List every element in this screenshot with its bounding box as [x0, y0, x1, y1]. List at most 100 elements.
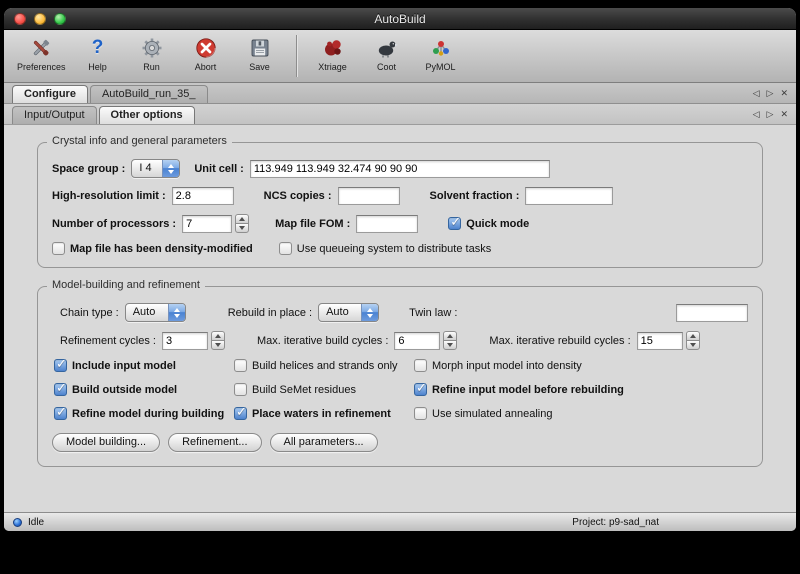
include-input-model-checkbox[interactable]: Include input model: [54, 359, 234, 372]
tab-other-options[interactable]: Other options: [99, 106, 195, 124]
quick-mode-checkbox[interactable]: Quick mode: [448, 217, 529, 230]
chain-type-label: Chain type :: [60, 307, 119, 319]
toolbar-label: Save: [249, 62, 270, 72]
rebuild-cycles-stepper[interactable]: [686, 331, 700, 350]
toolbar-label: Xtriage: [318, 62, 347, 72]
model-building-button[interactable]: Model building...: [52, 433, 160, 452]
close-window-button[interactable]: [14, 13, 26, 25]
refine-input-model-checkbox[interactable]: Refine input model before rebuilding: [414, 383, 748, 396]
checkbox-box: [52, 242, 65, 255]
run-button[interactable]: Run: [127, 33, 177, 73]
toolbar-label: Preferences: [17, 62, 66, 72]
chain-type-value: Auto: [126, 304, 168, 321]
pymol-icon: [429, 34, 453, 61]
map-file-fom-input[interactable]: [356, 215, 418, 233]
abort-button[interactable]: Abort: [181, 33, 231, 73]
refinement-cycles-input[interactable]: [162, 332, 208, 350]
status-bar: Idle Project: p9-sad_nat: [4, 512, 796, 531]
sub-tab-nav-forward-icon[interactable]: ▷: [767, 108, 774, 120]
tab-close-icon[interactable]: ✕: [780, 87, 788, 99]
content-pane: Crystal info and general parameters Spac…: [4, 125, 796, 512]
checkbox-box: [234, 359, 247, 372]
sub-tab-close-icon[interactable]: ✕: [780, 108, 788, 120]
tab-autobuild-run[interactable]: AutoBuild_run_35_: [90, 85, 208, 103]
build-helices-strands-checkbox[interactable]: Build helices and strands only: [234, 359, 414, 372]
num-processors-stepper[interactable]: [235, 214, 249, 233]
xtriage-icon: [321, 34, 345, 61]
save-icon: [248, 34, 272, 61]
coot-button[interactable]: Coot: [362, 33, 412, 73]
model-checkbox-grid: Include input model Build helices and st…: [52, 359, 748, 420]
build-outside-model-checkbox[interactable]: Build outside model: [54, 383, 234, 396]
window-title: AutoBuild: [374, 12, 425, 26]
all-parameters-button[interactable]: All parameters...: [270, 433, 378, 452]
status-led-icon: [13, 518, 22, 527]
toolbar-label: PyMOL: [426, 62, 456, 72]
solvent-fraction-input[interactable]: [525, 187, 613, 205]
simulated-annealing-checkbox[interactable]: Use simulated annealing: [414, 407, 748, 420]
xtriage-button[interactable]: Xtriage: [308, 33, 358, 73]
zoom-window-button[interactable]: [54, 13, 66, 25]
crystal-row-4: Map file has been density-modified Use q…: [52, 242, 748, 255]
unit-cell-label: Unit cell :: [194, 163, 244, 175]
map-file-fom-label: Map file FOM :: [275, 218, 350, 230]
num-processors-label: Number of processors :: [52, 218, 176, 230]
coot-icon: [375, 34, 399, 61]
refinement-button[interactable]: Refinement...: [168, 433, 261, 452]
tab-nav: ◁ ▷ ✕: [753, 87, 788, 99]
build-cycles-stepper[interactable]: [443, 331, 457, 350]
build-cycles-input[interactable]: [394, 332, 440, 350]
model-row-2: Refinement cycles : Max. iterative build…: [52, 331, 748, 350]
checkbox-box: [234, 383, 247, 396]
app-window: AutoBuild Preferences ? Help: [4, 8, 796, 531]
status-text: Idle: [28, 517, 44, 528]
chevron-up-down-icon: [162, 160, 179, 177]
num-processors-input[interactable]: [182, 215, 232, 233]
chain-type-select[interactable]: Auto: [125, 303, 186, 322]
space-group-select[interactable]: I 4: [131, 159, 180, 178]
tab-configure[interactable]: Configure: [12, 85, 88, 103]
crystal-info-group: Crystal info and general parameters Spac…: [37, 142, 763, 268]
refine-during-building-checkbox[interactable]: Refine model during building: [54, 407, 234, 420]
high-res-input[interactable]: [172, 187, 234, 205]
refinement-cycles-stepper[interactable]: [211, 331, 225, 350]
main-tab-bar: Configure AutoBuild_run_35_ ◁ ▷ ✕: [4, 83, 796, 104]
place-waters-checkbox[interactable]: Place waters in refinement: [234, 407, 414, 420]
checkbox-box: [414, 407, 427, 420]
checkbox-box: [448, 217, 461, 230]
crystal-row-2: High-resolution limit : NCS copies : Sol…: [52, 187, 748, 205]
high-res-label: High-resolution limit :: [52, 190, 166, 202]
solvent-fraction-label: Solvent fraction :: [430, 190, 520, 202]
model-building-group: Model-building and refinement Chain type…: [37, 286, 763, 467]
ncs-copies-label: NCS copies :: [264, 190, 332, 202]
queueing-system-checkbox[interactable]: Use queueing system to distribute tasks: [279, 242, 491, 255]
density-modified-checkbox[interactable]: Map file has been density-modified: [52, 242, 253, 255]
save-button[interactable]: Save: [235, 33, 285, 73]
toolbar-separator: [296, 35, 297, 77]
help-button[interactable]: ? Help: [73, 33, 123, 73]
preferences-button[interactable]: Preferences: [14, 33, 69, 73]
minimize-window-button[interactable]: [34, 13, 46, 25]
twin-law-input[interactable]: [676, 304, 748, 322]
abort-icon: [194, 34, 218, 61]
sub-tab-nav: ◁ ▷ ✕: [753, 108, 788, 120]
build-semet-residues-checkbox[interactable]: Build SeMet residues: [234, 383, 414, 396]
model-building-group-title: Model-building and refinement: [47, 279, 205, 291]
toolbar-label: Coot: [377, 62, 396, 72]
space-group-label: Space group :: [52, 163, 125, 175]
toolbar-label: Abort: [195, 62, 217, 72]
tab-nav-back-icon[interactable]: ◁: [753, 87, 760, 99]
sub-tab-nav-back-icon[interactable]: ◁: [753, 108, 760, 120]
rebuild-cycles-input[interactable]: [637, 332, 683, 350]
ncs-copies-input[interactable]: [338, 187, 400, 205]
toolbar-label: Help: [88, 62, 107, 72]
build-cycles-label: Max. iterative build cycles :: [257, 335, 388, 347]
pymol-button[interactable]: PyMOL: [416, 33, 466, 73]
unit-cell-input[interactable]: [250, 160, 550, 178]
morph-input-model-checkbox[interactable]: Morph input model into density: [414, 359, 748, 372]
window-controls: [14, 13, 66, 25]
rebuild-in-place-select[interactable]: Auto: [318, 303, 379, 322]
checkbox-box: [54, 383, 67, 396]
tab-nav-forward-icon[interactable]: ▷: [767, 87, 774, 99]
tab-input-output[interactable]: Input/Output: [12, 106, 97, 124]
